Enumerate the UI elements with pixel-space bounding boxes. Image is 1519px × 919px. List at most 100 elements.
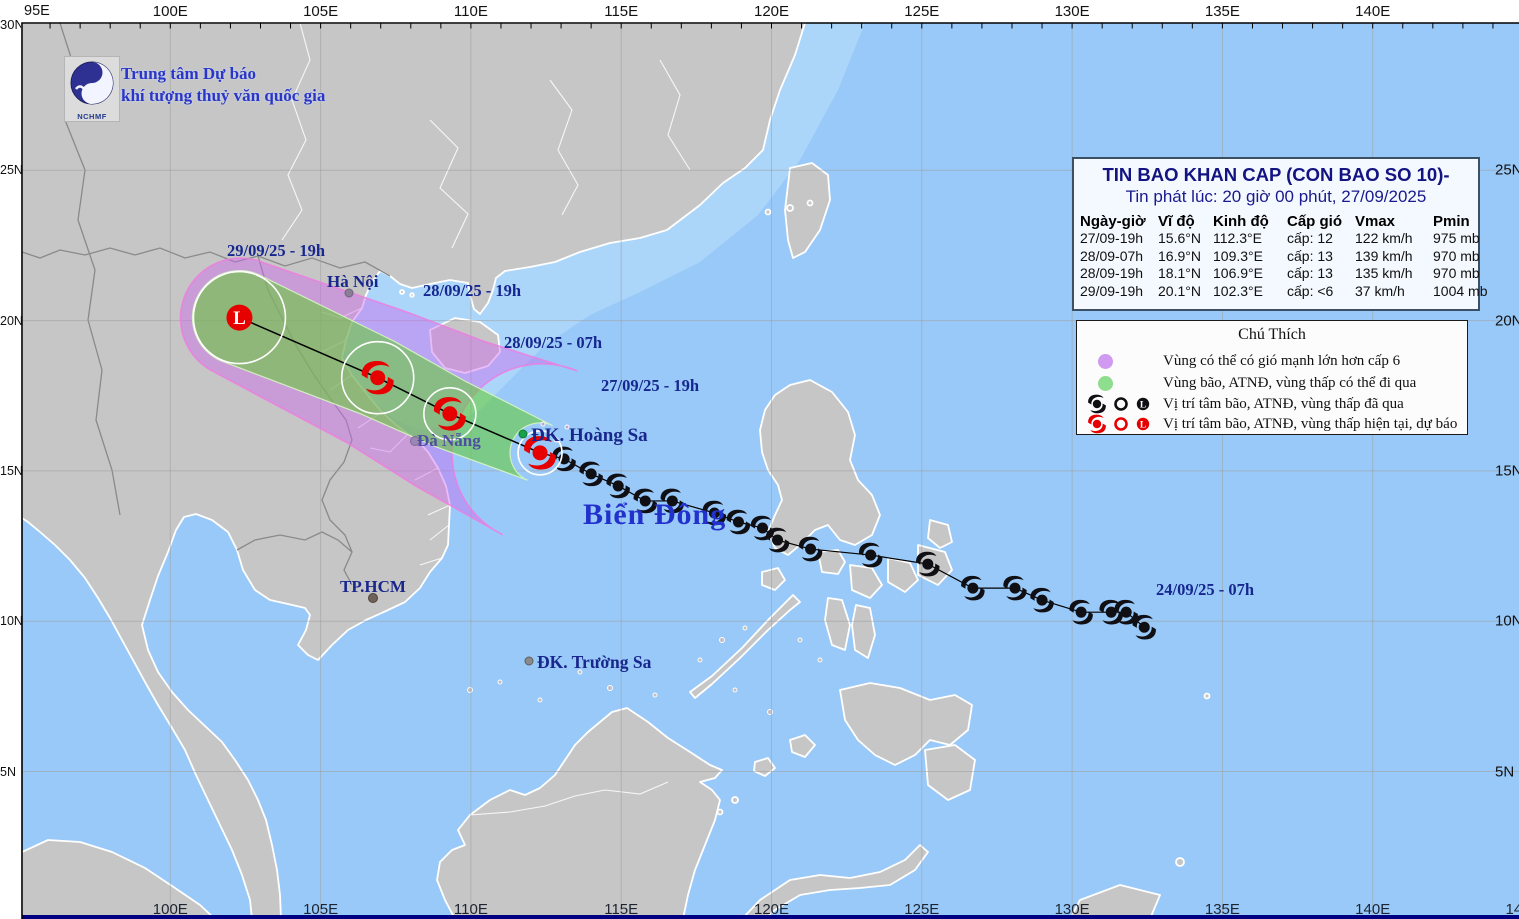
past-storm-symbol-eye [612, 480, 624, 492]
alert-info-box: TIN BAO KHAN CAP (CON BAO SO 10)- Tin ph… [1072, 157, 1487, 311]
legend-swatch-symbols-past: L [1085, 394, 1163, 414]
legend-item: L Vị trí tâm bão, ATNĐ, vùng thấp đã qua [1085, 394, 1404, 414]
nchmf-logo-text: NCHMF [77, 112, 107, 121]
lon-label-top: 140E [1355, 3, 1391, 20]
island-speck [806, 199, 814, 207]
legend-item-label: Vị trí tâm bão, ATNĐ, vùng thấp hiện tại… [1163, 415, 1458, 432]
lon-label-bottom: 105E [303, 901, 339, 918]
label-bien-dong: Biển Đông [583, 498, 727, 531]
forecast-storm-symbol-eye [442, 406, 458, 422]
alert-cell: 1004 mb [1433, 282, 1488, 299]
lon-label-top: 110E [453, 3, 488, 20]
alert-cell: 27/09-19h [1080, 230, 1144, 246]
island-speck [786, 204, 794, 212]
lon-label-bottom: 145E [1505, 901, 1519, 918]
legend-item: Vùng có thể có gió mạnh lớn hơn cấp 6 [1085, 351, 1400, 371]
past-storm-symbol-eye [805, 543, 817, 555]
forecast-storm-symbol-eye [370, 370, 386, 386]
island-speck [1203, 692, 1211, 700]
past-storm-symbol-eye [585, 468, 597, 480]
lon-label-bottom: 130E [1054, 901, 1090, 918]
forecast-low-letter: L [233, 308, 246, 329]
island-speck [399, 289, 405, 295]
lat-label-left: 20N [0, 313, 23, 328]
lon-label-partial: 95E [24, 3, 50, 19]
alert-cell: cấp: 12 [1287, 230, 1333, 246]
label-hoang-sa: ĐK. Hoàng Sa [531, 425, 648, 446]
legend-typhoon-icon-eye [1092, 419, 1102, 429]
alert-col-header: Vĩ độ [1158, 213, 1195, 230]
alert-cell: 16.9°N [1158, 247, 1201, 264]
legend-title: Chú Thích [1238, 326, 1306, 343]
alert-cell: 122 km/h [1355, 230, 1413, 246]
alert-col-header: Cấp gió [1287, 213, 1342, 230]
alert-cell: 15.6°N [1158, 230, 1201, 246]
alert-col-header: Kinh độ [1213, 213, 1269, 230]
lon-label-top: 105E [303, 3, 339, 20]
alert-col-header: Ngày-giờ [1080, 213, 1146, 230]
alert-cell: 28/09-19h [1080, 265, 1144, 281]
alert-cell: 975 mb [1433, 230, 1480, 246]
current-storm-symbol-eye [532, 445, 548, 461]
legend-swatch-area-purple [1085, 353, 1163, 369]
alert-col-header: Vmax [1355, 213, 1396, 230]
lon-label-top: 115E [604, 3, 639, 20]
island-speck [409, 292, 415, 298]
island-speck [731, 796, 739, 804]
alert-cell: 139 km/h [1355, 247, 1413, 264]
legend-typhoon-icon-eye [1092, 399, 1102, 409]
legend-item: L Vị trí tâm bão, ATNĐ, vùng thấp hiện tạ… [1085, 414, 1457, 434]
lon-label-bottom: 100E [152, 901, 188, 918]
alert-cell: 37 km/h [1355, 282, 1405, 299]
lon-label-top: 100E [152, 3, 188, 20]
past-storm-symbol-eye [1036, 594, 1048, 606]
alert-title: TIN BAO KHAN CAP (CON BAO SO 10)- [1102, 164, 1450, 185]
legend-typhoon-icon [1088, 394, 1106, 414]
lon-label-bottom: 120E [753, 901, 790, 918]
area-green-icon [1098, 375, 1113, 391]
past-storm-symbol-eye [967, 582, 979, 594]
alert-cell: 102.3°E [1213, 282, 1263, 299]
alert-cell: 20.1°N [1158, 282, 1201, 299]
legend-item: Vùng bão, ATNĐ, vùng thấp có thể đi qua [1085, 373, 1416, 393]
past-storm-symbol-eye [1120, 606, 1132, 618]
alert-cell: 970 mb [1433, 265, 1480, 281]
past-storm-symbol-eye [732, 516, 744, 528]
alert-cell: 18.1°N [1158, 265, 1201, 281]
agency-name-line1: Trung tâm Dự báo [121, 64, 257, 83]
legend-depression-icon [1114, 417, 1128, 431]
lat-label-right: 5N [1495, 763, 1515, 780]
track-time-29-09: 29/09/25 - 19h [227, 241, 326, 260]
alert-cell: 109.3°E [1213, 247, 1263, 264]
nchmf-logo: NCHMF [64, 56, 120, 122]
past-storm-symbol-eye [922, 558, 934, 570]
lat-label-left: 5N [0, 764, 16, 779]
track-time-27-09: 27/09/25 - 19h [601, 376, 700, 395]
alert-forecast-row: 27/09-19h 15.6°N 112.3°E cấp: 12 122 km/h 975… [1074, 230, 1480, 248]
alert-col-header: Pmin [1433, 213, 1470, 230]
lat-label-right: 10N [1495, 612, 1519, 630]
truongsa-dot [524, 656, 534, 666]
legend-low-letter: L [1140, 420, 1146, 430]
past-storm-symbol-eye [865, 549, 877, 561]
past-storm-symbol-eye [1138, 621, 1150, 633]
lon-label-bottom: 140E [1355, 901, 1391, 918]
past-storm-symbol-eye [756, 522, 769, 534]
alert-cell: 106.9°E [1213, 265, 1263, 281]
alert-forecast-row: 29/09-19h 20.1°N 102.3°E cấp: <6 37 km/h 1004… [1074, 282, 1487, 301]
island-speck [716, 808, 724, 816]
lon-label-bottom: 125E [904, 901, 940, 918]
legend-swatch-symbols-forecast: L [1085, 414, 1163, 434]
alert-cell: 112.3°E [1213, 230, 1262, 246]
symbols-past-icons: L [1088, 394, 1150, 414]
alert-forecast-row: 28/09-07h 16.9°N 109.3°E cấp: 13 139 km/h 970… [1074, 247, 1480, 266]
track-time-28-09-19h: 28/09/25 - 19h [423, 281, 522, 300]
alert-cell: 29/09-19h [1080, 282, 1144, 299]
lon-label-bottom: 135E [1204, 901, 1240, 918]
alert-forecast-row: 28/09-19h 18.1°N 106.9°E cấp: 13 135 km/h 970… [1074, 265, 1480, 283]
island-speck [764, 208, 772, 216]
legend-item-label: Vị trí tâm bão, ATNĐ, vùng thấp đã qua [1163, 395, 1404, 412]
lon-label-top: 130E [1054, 3, 1090, 20]
label-danang: Đà Nẵng [417, 431, 481, 450]
track-time-28-09-07h: 28/09/25 - 07h [504, 333, 603, 352]
